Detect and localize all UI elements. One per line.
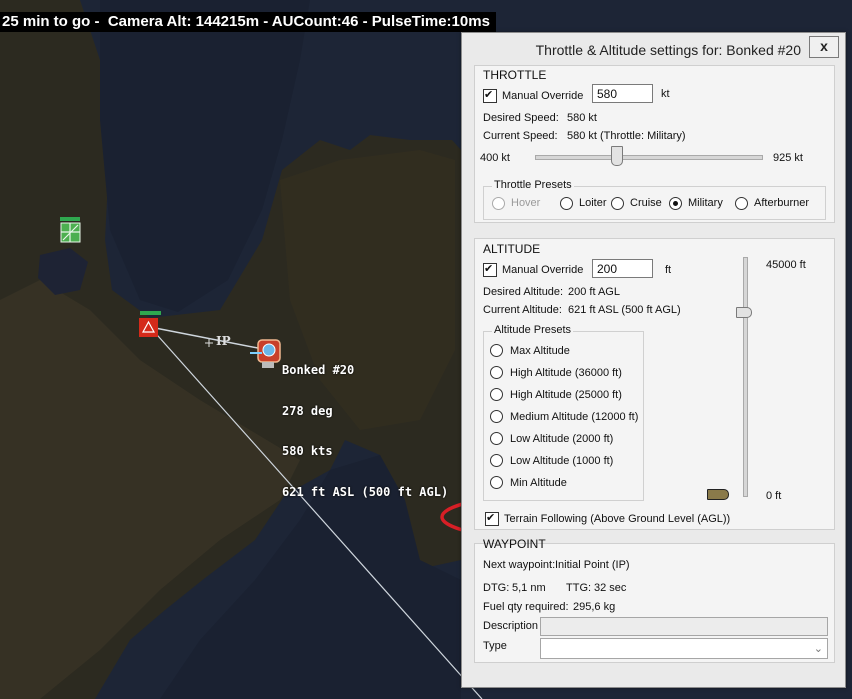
unit-altitude: 621 ft ASL (500 ft AGL) (282, 484, 449, 499)
altitude-preset-radio-0[interactable] (490, 344, 503, 357)
throttle-preset-radio-3[interactable] (669, 197, 682, 210)
throttle-preset-label-4: Afterburner (754, 197, 810, 209)
altitude-slider-top-label: 45000 ft (766, 259, 806, 271)
throttle-presets-group: Throttle Presets Hover Loiter Cruise Milita… (483, 179, 826, 220)
altitude-preset-label-4: Low Altitude (2000 ft) (510, 433, 614, 445)
throttle-altitude-dialog: Throttle & Altitude settings for: Bonked… (461, 32, 846, 688)
throttle-preset-label-2: Cruise (630, 197, 662, 209)
status-bar: 25 min to go - Camera Alt: 144215m - AUC… (0, 12, 496, 32)
throttle-presets-title: Throttle Presets (492, 179, 574, 191)
altitude-preset-radio-3[interactable] (490, 410, 503, 423)
altitude-slider-thumb[interactable] (736, 307, 752, 318)
terrain-following-label: Terrain Following (Above Ground Level (A… (504, 513, 731, 525)
chevron-down-icon: ⌄ (813, 643, 823, 655)
altitude-unit: ft (665, 264, 672, 276)
throttle-preset-label-3: Military (688, 197, 723, 209)
altitude-presets-group: Altitude Presets Max Altitude High Altitu… (483, 324, 644, 501)
waypoint-panel: WAYPOINT Next waypoint: Initial Point (I… (474, 537, 835, 663)
type-label: Type (483, 640, 507, 652)
altitude-preset-radio-1[interactable] (490, 366, 503, 379)
altitude-preset-label-5: Low Altitude (1000 ft) (510, 455, 614, 467)
current-speed-label: Current Speed: (483, 130, 558, 142)
next-waypoint-value: Initial Point (IP) (555, 559, 630, 571)
altitude-slider[interactable] (733, 257, 759, 497)
description-input[interactable] (540, 617, 828, 636)
altitude-presets-title: Altitude Presets (492, 324, 574, 336)
current-speed-value: 580 kt (Throttle: Military) (567, 130, 686, 142)
terrain-height-marker (707, 489, 729, 500)
dtg-label: DTG: (483, 582, 510, 594)
waypoint-section-title: WAYPOINT (483, 537, 546, 551)
ttg-label: TTG: (566, 582, 592, 594)
throttle-preset-radio-1[interactable] (560, 197, 573, 210)
type-select[interactable]: ⌄ (540, 638, 828, 659)
altitude-input[interactable]: 200 (592, 259, 653, 278)
unit-speed: 580 kts (282, 444, 333, 458)
desired-speed-value: 580 kt (567, 112, 597, 124)
altitude-preset-label-3: Medium Altitude (12000 ft) (510, 411, 639, 423)
dialog-title: Throttle & Altitude settings for: Bonked… (535, 42, 801, 58)
throttle-preset-radio-0[interactable] (492, 197, 505, 210)
throttle-slider-max-label: 925 kt (773, 152, 803, 164)
unit-info-label: Bonked #20 278 deg 580 kts 621 ft ASL (5… (282, 337, 448, 513)
throttle-slider[interactable] (535, 146, 763, 166)
unit-name: Bonked #20 (282, 363, 355, 377)
altitude-preset-label-6: Min Altitude (510, 477, 567, 489)
ttg-value: 32 sec (594, 582, 627, 594)
altitude-slider-bottom-label: 0 ft (766, 490, 782, 502)
terrain-following-checkbox[interactable] (485, 511, 499, 526)
description-label: Description (483, 620, 539, 632)
throttle-panel: THROTTLE Manual Override 580 kt Desired … (474, 65, 835, 223)
altitude-section-title: ALTITUDE (483, 242, 541, 256)
altitude-manual-override-label: Manual Override (502, 264, 584, 276)
dialog-titlebar[interactable]: Throttle & Altitude settings for: Bonked… (462, 33, 845, 63)
throttle-speed-input[interactable]: 580 (592, 84, 653, 103)
throttle-manual-override-checkbox[interactable] (483, 88, 497, 103)
unit-heading: 278 deg (282, 403, 333, 418)
throttle-preset-radio-4[interactable] (735, 197, 748, 210)
current-altitude-value: 621 ft ASL (500 ft AGL) (568, 304, 681, 316)
throttle-manual-override-label: Manual Override (502, 90, 584, 102)
desired-speed-label: Desired Speed: (483, 112, 559, 124)
throttle-slider-track (535, 155, 763, 160)
ip-label: IP (216, 334, 231, 348)
altitude-manual-override-checkbox[interactable] (483, 262, 497, 277)
throttle-preset-label-0: Hover (511, 197, 541, 209)
altitude-slider-track (743, 257, 748, 497)
throttle-preset-radio-2[interactable] (611, 197, 624, 210)
close-button[interactable]: x (809, 36, 839, 58)
desired-altitude-label: Desired Altitude: (483, 286, 564, 298)
airbase-marker[interactable] (139, 311, 161, 337)
facility-marker[interactable] (60, 217, 81, 243)
altitude-preset-label-0: Max Altitude (510, 345, 570, 357)
fuel-value: 295,6 kg (573, 601, 616, 613)
throttle-section-title: THROTTLE (483, 68, 547, 82)
throttle-preset-label-1: Loiter (579, 197, 607, 209)
next-waypoint-label: Next waypoint: (483, 559, 556, 571)
throttle-slider-min-label: 400 kt (480, 152, 510, 164)
altitude-preset-label-1: High Altitude (36000 ft) (510, 367, 622, 379)
throttle-speed-unit: kt (661, 88, 670, 100)
altitude-preset-radio-4[interactable] (490, 432, 503, 445)
fuel-label: Fuel qty required: (483, 601, 569, 613)
desired-altitude-value: 200 ft AGL (568, 286, 620, 298)
altitude-preset-radio-2[interactable] (490, 388, 503, 401)
current-altitude-label: Current Altitude: (483, 304, 562, 316)
altitude-panel: ALTITUDE Manual Override 200 ft Desired … (474, 238, 835, 530)
dtg-value: 5,1 nm (512, 582, 546, 594)
altitude-preset-radio-6[interactable] (490, 476, 503, 489)
throttle-slider-thumb[interactable] (611, 146, 623, 166)
altitude-preset-label-2: High Altitude (25000 ft) (510, 389, 622, 401)
altitude-preset-radio-5[interactable] (490, 454, 503, 467)
